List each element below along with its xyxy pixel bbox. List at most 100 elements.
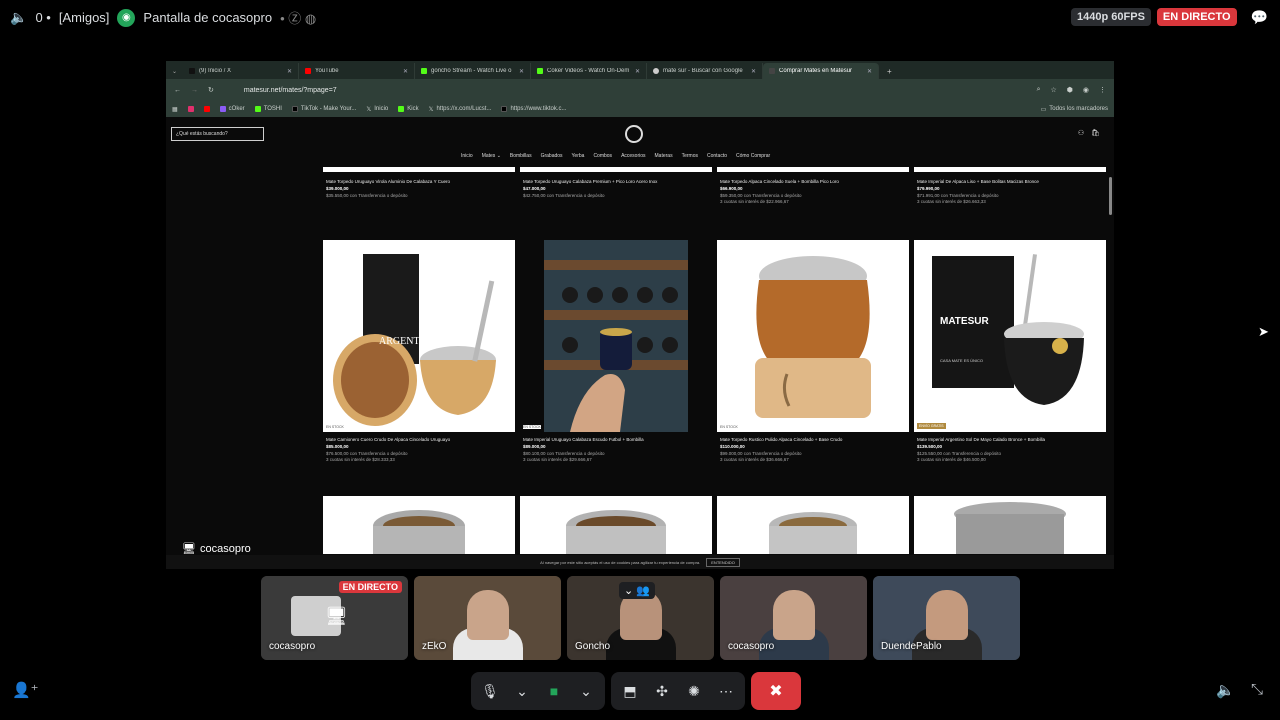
screen-share-view[interactable]: ⌄ (9) Inicio / X ✕ YouTube ✕ goncho Stream…: [166, 61, 1114, 569]
reload-icon[interactable]: ↻: [208, 86, 214, 94]
participant-menu[interactable]: ⌄ 👥: [619, 582, 655, 599]
participant-tile[interactable]: DuendePablo: [873, 576, 1020, 660]
close-icon[interactable]: ✕: [403, 68, 408, 75]
product-info[interactable]: Mate Camionero Cuero Crudo De Alpaca Cin…: [326, 437, 516, 464]
page-scrollbar[interactable]: [1109, 177, 1112, 215]
screen-share-icon[interactable]: ⬒: [619, 680, 641, 702]
product-image[interactable]: EN STOCK: [717, 240, 909, 432]
fullscreen-exit-icon[interactable]: ⤡: [1251, 681, 1263, 698]
product-image[interactable]: [717, 496, 909, 554]
nav-item[interactable]: Bombillas: [510, 153, 532, 159]
participant-tile[interactable]: ⌄ 👥 Goncho: [567, 576, 714, 660]
participant-tile[interactable]: 🖥 EN DIRECTO cocasopro: [261, 576, 408, 660]
chevron-down-icon[interactable]: ⌄: [575, 680, 597, 702]
volume-icon[interactable]: 🔈: [1216, 681, 1235, 699]
bookmark-item[interactable]: [203, 106, 210, 112]
browser-tab-active[interactable]: Comprar Mates en Matesur ✕: [763, 63, 880, 79]
tab-search-icon[interactable]: ⌄: [166, 63, 183, 79]
nav-item[interactable]: Accesorios: [621, 153, 645, 159]
product-image-edge: [323, 167, 515, 172]
add-friend-icon[interactable]: 👤⁺: [12, 681, 39, 699]
nav-item[interactable]: Materas: [655, 153, 673, 159]
product-info[interactable]: Mate Torpedo Uruguayo Virola Aluminio De…: [326, 179, 516, 199]
product-image[interactable]: [914, 496, 1106, 554]
bookmark-item[interactable]: https://www.tiktok.c...: [501, 106, 566, 112]
profile-icon[interactable]: ◉: [1083, 86, 1089, 94]
participant-name: zEkO: [422, 641, 447, 652]
cart-icon[interactable]: 🛍: [1091, 129, 1100, 137]
live-badge: EN DIRECTO: [338, 581, 402, 593]
user-icon[interactable]: ⚇: [1078, 129, 1084, 137]
nav-item[interactable]: Termos: [682, 153, 698, 159]
bookmark-item[interactable]: Kick: [398, 106, 419, 112]
browser-tab[interactable]: Coker Videos - Watch On-Dem ✕: [531, 63, 648, 79]
product-image[interactable]: ARGENTINA EN STOCK: [323, 240, 515, 432]
forward-icon[interactable]: →: [191, 87, 198, 94]
soundboard-icon[interactable]: ✺: [683, 680, 705, 702]
participant-tile[interactable]: cocasopro: [720, 576, 867, 660]
apps-icon[interactable]: ▦: [172, 106, 178, 113]
search-icon[interactable]: ⌕: [1037, 86, 1041, 94]
url-field[interactable]: matesur.net/mates/?mpage=7: [244, 87, 1027, 94]
chat-icon[interactable]: 💬: [1251, 9, 1268, 26]
site-search-input[interactable]: ¿Qué estás buscando?: [171, 127, 264, 141]
browser-tab[interactable]: mate sur - Buscar con Google ✕: [647, 63, 764, 79]
close-icon[interactable]: ✕: [519, 68, 524, 75]
close-icon[interactable]: ✕: [635, 68, 640, 75]
mate-imperial-argentino-image: MATESUR CASA MATE ES ÚNICO: [932, 254, 1084, 405]
nav-item[interactable]: Mates ⌄: [482, 153, 501, 159]
back-icon[interactable]: ←: [174, 87, 181, 94]
close-icon[interactable]: ✕: [867, 68, 872, 75]
bookmark-item[interactable]: TOSHI: [254, 106, 282, 112]
browser-tab[interactable]: YouTube ✕: [299, 63, 416, 79]
close-icon[interactable]: ✕: [287, 68, 292, 75]
close-icon[interactable]: ✕: [751, 68, 756, 75]
microphone-icon[interactable]: 🎙: [479, 680, 501, 702]
chevron-down-icon[interactable]: ⌄: [511, 680, 533, 702]
more-icon[interactable]: ⋯: [715, 680, 737, 702]
channel-name[interactable]: [Amigos]: [59, 10, 110, 25]
speaker-icon[interactable]: 🔈: [10, 9, 27, 26]
product-info[interactable]: Mate Imperial Uruguayo Calabaza Escudo F…: [523, 437, 713, 464]
bookmark-item[interactable]: [187, 106, 194, 112]
product-info[interactable]: Mate Imperial De Alpaca Liso + Base Boli…: [917, 179, 1107, 206]
nav-item[interactable]: Yerba: [572, 153, 585, 159]
menu-icon[interactable]: ⋮: [1099, 86, 1106, 94]
product-price: $110.000,00: [720, 443, 745, 449]
nav-item[interactable]: Contacto: [707, 153, 727, 159]
bookmark-label: Inicio: [374, 106, 389, 112]
nav-item[interactable]: Grabados: [541, 153, 563, 159]
product-info[interactable]: Mate Imperial Argentino Sol De Mayo Cala…: [917, 437, 1107, 464]
product-info[interactable]: Mate Torpedo Alpaca Cincelado Suela + Bo…: [720, 179, 910, 206]
new-tab-icon[interactable]: +: [879, 63, 900, 79]
bookmark-item[interactable]: 𝕏https://x.com/Lucst...: [429, 106, 492, 113]
all-bookmarks[interactable]: ▭ Todos los marcadores: [1041, 106, 1108, 113]
nav-item[interactable]: Inicio: [461, 153, 473, 159]
camera-icon[interactable]: ■: [543, 680, 565, 702]
bookmark-star-icon[interactable]: ☆: [1050, 86, 1056, 94]
product-transfer-price: $99.000,00 con Transferencia o depósito: [720, 450, 802, 456]
product-info[interactable]: Mate Torpedo Rustico Pulido Alpaca Cince…: [720, 437, 910, 464]
activities-icon[interactable]: ✣: [651, 680, 673, 702]
hang-up-button[interactable]: ✖: [751, 672, 801, 710]
matesur-logo[interactable]: [625, 125, 643, 143]
nav-item[interactable]: Cómo Comprar: [736, 153, 770, 159]
browser-tab[interactable]: (9) Inicio / X ✕: [183, 63, 300, 79]
bookmark-item[interactable]: TikTok - Make Your...: [291, 106, 356, 112]
product-image[interactable]: EN STOCK: [520, 240, 712, 432]
nav-item[interactable]: Combos: [593, 153, 612, 159]
browser-tab[interactable]: goncho Stream - Watch Live o ✕: [415, 63, 532, 79]
bookmark-item[interactable]: 𝕏 Inicio: [366, 106, 388, 113]
cookie-accept-button[interactable]: ENTENDIDO: [706, 557, 740, 567]
product-info[interactable]: Mate Torpedo Uruguayo Calabaza Premium +…: [523, 179, 713, 199]
participant-face: [466, 590, 509, 640]
extensions-icon[interactable]: ⬢: [1067, 86, 1073, 94]
product-image[interactable]: [323, 496, 515, 554]
kick-icon: [398, 106, 405, 112]
product-name: Mate Imperial De Alpaca Liso + Base Boli…: [917, 179, 1039, 184]
bookmark-item[interactable]: cOker: [219, 106, 245, 112]
product-image[interactable]: [520, 496, 712, 554]
product-image[interactable]: MATESUR CASA MATE ES ÚNICO ENVÍO GRATIS: [914, 240, 1106, 432]
participant-tile[interactable]: zEkO: [414, 576, 561, 660]
stream-owner-name: cocasopro: [199, 542, 251, 555]
